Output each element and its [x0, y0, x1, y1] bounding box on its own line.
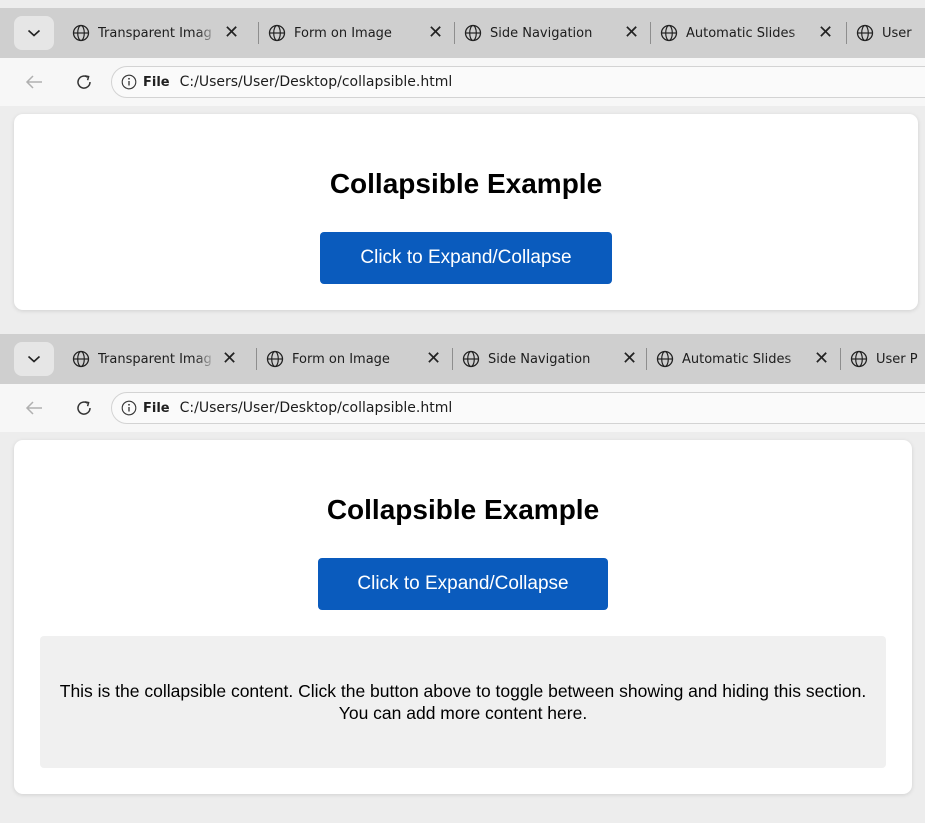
close-icon[interactable]: ✕	[222, 350, 237, 368]
browser-toolbar: File C:/Users/User/Desktop/collapsible.h…	[0, 384, 925, 432]
tab-transparent-image[interactable]: Transparent Imag ✕	[72, 16, 239, 50]
tab-automatic-slides[interactable]: Automatic Slides ✕	[660, 16, 833, 50]
globe-icon	[266, 350, 284, 368]
close-icon[interactable]: ✕	[622, 350, 637, 368]
close-icon[interactable]: ✕	[224, 24, 239, 42]
tab-label: User	[882, 25, 912, 41]
close-icon[interactable]: ✕	[426, 350, 441, 368]
globe-icon	[268, 24, 286, 42]
close-icon[interactable]: ✕	[428, 24, 443, 42]
tab-label: Side Navigation	[490, 25, 593, 41]
tab-label: Form on Image	[292, 351, 390, 367]
page-title: Collapsible Example	[326, 494, 600, 525]
chevron-down-icon	[27, 29, 41, 37]
close-icon[interactable]: ✕	[818, 24, 833, 42]
url-scheme-label: File	[143, 400, 170, 416]
tab-label: Side Navigation	[488, 351, 591, 367]
toggle-collapse-button[interactable]: Click to Expand/Collapse	[318, 558, 608, 610]
globe-icon	[72, 24, 90, 42]
url-scheme-label: File	[143, 74, 170, 90]
globe-icon	[462, 350, 480, 368]
browser-window-collapsed: Transparent Imag ✕ Form on Image ✕ Side …	[0, 8, 925, 316]
tab-user[interactable]: User	[856, 16, 922, 50]
reload-icon	[77, 75, 91, 89]
url-text[interactable]: C:/Users/User/Desktop/collapsible.html	[180, 74, 453, 90]
arrow-left-icon	[25, 401, 42, 415]
close-icon[interactable]: ✕	[624, 24, 639, 42]
globe-icon	[856, 24, 874, 42]
tab-strip: Transparent Imag ✕ Form on Image ✕ Side …	[0, 334, 925, 384]
reload-button[interactable]	[68, 392, 100, 424]
tab-side-navigation[interactable]: Side Navigation ✕	[464, 16, 639, 50]
tab-label: Automatic Slides	[682, 351, 792, 367]
tab-side-navigation[interactable]: Side Navigation ✕	[462, 342, 637, 376]
reload-icon	[77, 401, 91, 415]
tab-automatic-slides[interactable]: Automatic Slides ✕	[656, 342, 829, 376]
globe-icon	[660, 24, 678, 42]
reload-button[interactable]	[68, 66, 100, 98]
url-text[interactable]: C:/Users/User/Desktop/collapsible.html	[180, 400, 453, 416]
address-bar[interactable]: File C:/Users/User/Desktop/collapsible.h…	[111, 66, 925, 98]
collapsible-content-text: This is the collapsible content. Click t…	[59, 681, 867, 723]
tab-label: Form on Image	[294, 25, 392, 41]
browser-toolbar: File C:/Users/User/Desktop/collapsible.h…	[0, 58, 925, 106]
tab-label: Transparent Imag	[98, 351, 212, 367]
tab-strip: Transparent Imag ✕ Form on Image ✕ Side …	[0, 8, 925, 58]
arrow-left-icon	[25, 75, 42, 89]
toggle-collapse-button[interactable]: Click to Expand/Collapse	[320, 232, 612, 284]
tab-form-on-image[interactable]: Form on Image ✕	[266, 342, 441, 376]
page-title: Collapsible Example	[329, 168, 603, 199]
info-icon[interactable]	[121, 400, 137, 416]
globe-icon	[464, 24, 482, 42]
tab-label: Transparent Imag	[98, 25, 212, 41]
tab-label: User P	[876, 351, 918, 367]
globe-icon	[656, 350, 674, 368]
tab-search-button[interactable]	[14, 342, 54, 376]
page-viewport: Collapsible Example Click to Expand/Coll…	[0, 432, 925, 823]
tab-search-button[interactable]	[14, 16, 54, 50]
collapsible-card: Collapsible Example Click to Expand/Coll…	[14, 114, 918, 310]
tab-transparent-image[interactable]: Transparent Imag ✕	[72, 342, 237, 376]
info-icon[interactable]	[121, 74, 137, 90]
browser-window-expanded: Transparent Imag ✕ Form on Image ✕ Side …	[0, 334, 925, 823]
chevron-down-icon	[27, 355, 41, 363]
back-button[interactable]	[18, 392, 50, 424]
tab-label: Automatic Slides	[686, 25, 796, 41]
address-bar[interactable]: File C:/Users/User/Desktop/collapsible.h…	[111, 392, 925, 424]
tab-user[interactable]: User P	[850, 342, 925, 376]
close-icon[interactable]: ✕	[814, 350, 829, 368]
globe-icon	[850, 350, 868, 368]
collapsible-card: Collapsible Example Click to Expand/Coll…	[14, 440, 912, 794]
page-viewport: Collapsible Example Click to Expand/Coll…	[0, 106, 925, 316]
globe-icon	[72, 350, 90, 368]
tab-form-on-image[interactable]: Form on Image ✕	[268, 16, 443, 50]
back-button[interactable]	[18, 66, 50, 98]
collapsible-content: This is the collapsible content. Click t…	[40, 636, 886, 768]
